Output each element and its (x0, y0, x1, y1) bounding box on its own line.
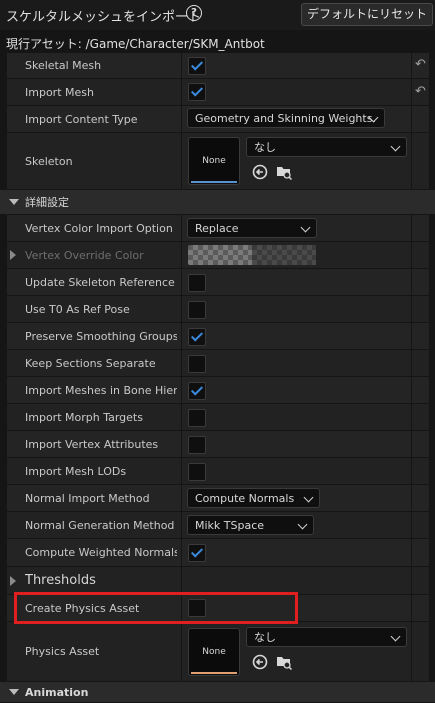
section-animation[interactable]: Animation (0, 682, 435, 703)
thumbnail-label: None (202, 156, 226, 166)
reset-arrow-icon[interactable]: ↶ (415, 58, 429, 72)
reset-arrow-icon[interactable]: ↶ (415, 85, 429, 99)
label-skeletal-mesh: Skeletal Mesh (25, 59, 102, 72)
collapse-arrow-icon (9, 199, 19, 205)
label-compute-weighted-normals: Compute Weighted Normals (25, 546, 177, 559)
chevron-down-icon (297, 519, 308, 530)
row-skeletal-mesh: Skeletal Mesh ↶ (7, 53, 429, 79)
chevron-down-icon (303, 492, 314, 503)
label-update-skeleton: Update Skeleton Reference Pose (25, 275, 177, 289)
row-update-skeleton: Update Skeleton Reference Pose (7, 269, 429, 296)
row-import-mesh: Import Mesh ↶ (7, 79, 429, 106)
row-import-morph: Import Morph Targets (7, 404, 429, 431)
help-icon[interactable]: ? (186, 5, 202, 21)
use-selected-asset-icon[interactable] (252, 164, 268, 180)
dialog-header: スケルタルメッシュをインポート ? デフォルトにリセット (0, 0, 435, 30)
import-morph-checkbox[interactable] (188, 409, 206, 427)
current-asset-path: 現行アセット: /Game/Character/SKM_Antbot (6, 37, 265, 51)
highlight-box (14, 592, 298, 624)
label-use-t0: Use T0 As Ref Pose (25, 302, 130, 316)
label-preserve-smoothing: Preserve Smoothing Groups (25, 329, 177, 343)
expand-arrow-icon[interactable] (10, 250, 16, 260)
section-title: 詳細設定 (25, 196, 69, 209)
label-import-bone-hierarchy: Import Meshes in Bone Hierarchy (25, 383, 177, 397)
import-mesh-checkbox[interactable] (188, 83, 206, 101)
label-physics-asset: Physics Asset (25, 645, 100, 658)
preserve-smoothing-checkbox[interactable] (188, 328, 206, 346)
vertex-color-import-dropdown[interactable]: Replace (187, 218, 317, 238)
dropdown-value: なし (254, 141, 276, 154)
browse-folder-icon[interactable] (276, 164, 292, 180)
row-vertex-override-color: Vertex Override Color (7, 242, 429, 269)
row-physics-asset: Physics Asset None なし (7, 622, 429, 682)
chevron-down-icon (300, 222, 311, 233)
label-vertex-color-import-option: Vertex Color Import Option (25, 221, 173, 235)
row-import-mesh-lods: Import Mesh LODs (7, 458, 429, 485)
row-preserve-smoothing: Preserve Smoothing Groups (7, 323, 429, 350)
row-use-t0: Use T0 As Ref Pose (7, 296, 429, 323)
section-title: Animation (25, 685, 89, 699)
label-normal-generation-method: Normal Generation Method (25, 518, 175, 532)
browse-folder-icon[interactable] (276, 654, 292, 670)
row-import-bone-hierarchy: Import Meshes in Bone Hierarchy (7, 377, 429, 404)
normal-generation-method-dropdown[interactable]: Mikk TSpace (187, 515, 314, 535)
label-import-vertex-attributes: Import Vertex Attributes (25, 437, 159, 451)
dropdown-value: Mikk TSpace (195, 519, 265, 532)
label-normal-import-method: Normal Import Method (25, 491, 150, 505)
label-skeleton: Skeleton (25, 154, 73, 168)
import-bone-hierarchy-checkbox[interactable] (188, 382, 206, 400)
label-import-mesh-lods: Import Mesh LODs (25, 464, 127, 478)
update-skeleton-checkbox[interactable] (188, 274, 206, 292)
normal-import-method-dropdown[interactable]: Compute Normals (187, 488, 320, 508)
label-thresholds: Thresholds (25, 573, 96, 588)
collapse-arrow-icon (9, 689, 19, 695)
skeleton-thumbnail[interactable]: None (188, 137, 240, 185)
row-keep-sections: Keep Sections Separate (7, 350, 429, 377)
dialog-title: スケルタルメッシュをインポート (6, 10, 202, 25)
label-import-mesh: Import Mesh (25, 85, 94, 99)
physics-asset-thumbnail[interactable]: None (188, 628, 240, 676)
thumbnail-label: None (202, 647, 226, 657)
dropdown-value: なし (254, 631, 276, 644)
chevron-down-icon (390, 141, 401, 152)
use-t0-checkbox[interactable] (188, 301, 206, 319)
use-selected-asset-icon[interactable] (252, 654, 268, 670)
reset-to-default-button[interactable]: デフォルトにリセット (301, 3, 433, 26)
skeleton-asset-dropdown[interactable]: なし (246, 137, 407, 157)
import-vertex-attributes-checkbox[interactable] (188, 436, 206, 454)
section-advanced[interactable]: 詳細設定 (0, 190, 435, 215)
expand-arrow-icon[interactable] (10, 575, 16, 586)
vertex-override-color-swatch[interactable] (188, 245, 316, 265)
row-import-vertex-attributes: Import Vertex Attributes (7, 431, 429, 458)
import-mesh-lods-checkbox[interactable] (188, 463, 206, 481)
label-keep-sections: Keep Sections Separate (25, 356, 156, 370)
label-vertex-override-color: Vertex Override Color (25, 248, 144, 262)
label-import-morph: Import Morph Targets (25, 410, 143, 424)
chevron-down-icon (390, 631, 401, 642)
dropdown-value: Replace (195, 222, 239, 235)
dropdown-value: Compute Normals (195, 492, 295, 505)
label-import-content-type: Import Content Type (25, 112, 138, 126)
physics-asset-dropdown[interactable]: なし (246, 627, 407, 647)
row-vertex-color-import-option: Vertex Color Import Option Replace (7, 215, 429, 242)
row-normal-import-method: Normal Import Method Compute Normals (7, 485, 429, 512)
dropdown-value: Geometry and Skinning Weights. (195, 112, 376, 125)
keep-sections-checkbox[interactable] (188, 355, 206, 373)
row-skeleton: Skeleton None なし (7, 133, 429, 190)
row-normal-generation-method: Normal Generation Method Mikk TSpace (7, 512, 429, 539)
row-thresholds[interactable]: Thresholds (7, 567, 429, 595)
skeletal-mesh-checkbox[interactable] (188, 57, 206, 75)
compute-weighted-normals-checkbox[interactable] (188, 544, 206, 562)
row-import-content-type: Import Content Type Geometry and Skinnin… (7, 106, 429, 133)
import-content-type-dropdown[interactable]: Geometry and Skinning Weights. (187, 108, 385, 128)
row-compute-weighted-normals: Compute Weighted Normals (7, 539, 429, 567)
